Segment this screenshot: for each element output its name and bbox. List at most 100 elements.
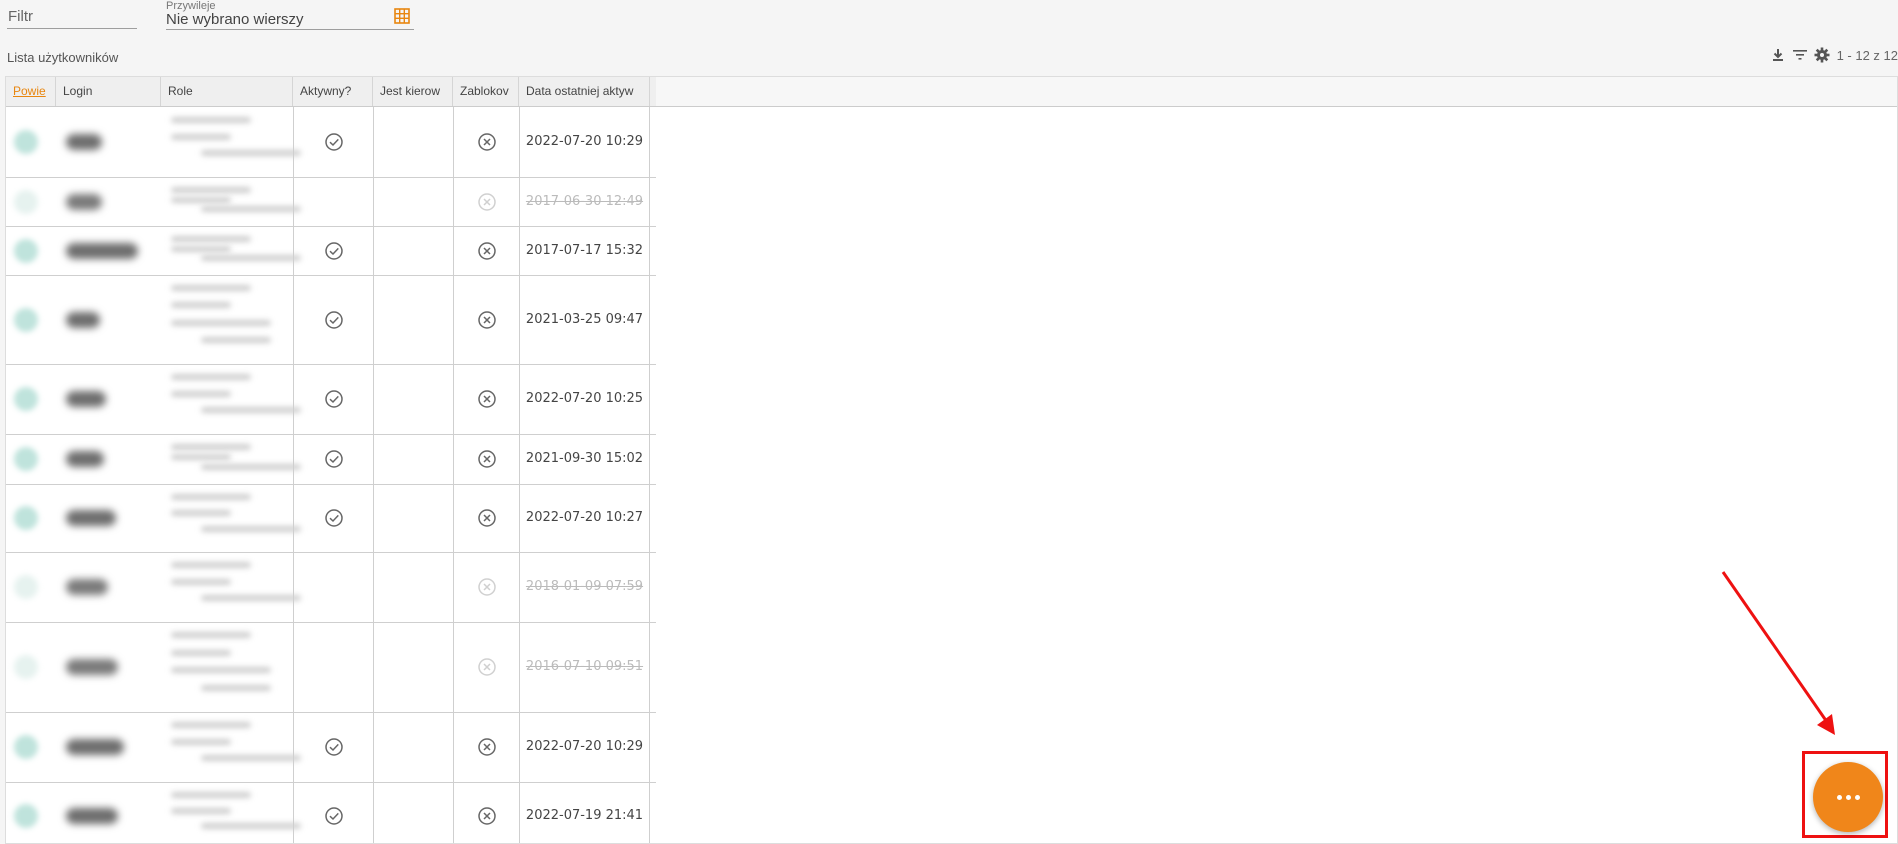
privileges-select[interactable]: Przywileje Nie wybrano wierszy (166, 0, 414, 30)
login-redacted (66, 311, 100, 328)
role-redacted (171, 494, 251, 500)
table-header-filler (656, 77, 1897, 107)
role-redacted (171, 738, 231, 745)
column-header-kierowca[interactable]: Jest kierow (373, 77, 453, 106)
role-cell (161, 177, 301, 226)
column-header-zablokowany[interactable]: Zablokov (453, 77, 519, 106)
role-redacted (171, 245, 231, 252)
blocked-cell (453, 552, 519, 622)
login-redacted (66, 451, 104, 467)
login-redacted (66, 807, 118, 824)
table-row[interactable]: 2018-01-09 07:59 (6, 552, 656, 623)
driver-cell (373, 226, 453, 275)
role-redacted (171, 807, 231, 814)
driver-cell (373, 712, 453, 782)
driver-cell (373, 484, 453, 552)
login-redacted (66, 193, 102, 210)
driver-cell (373, 364, 453, 434)
login-redacted (66, 242, 138, 259)
avatar (14, 575, 38, 599)
role-redacted (171, 390, 231, 397)
role-redacted (201, 150, 301, 157)
close-circle-icon (477, 806, 497, 826)
column-header-login[interactable]: Login (56, 77, 161, 106)
avatar (14, 130, 38, 154)
filter-icon[interactable] (1791, 46, 1809, 64)
column-header-last-activity[interactable]: Data ostatniej aktyw (519, 77, 650, 106)
last-activity-cell: 2022-07-20 10:27 (519, 484, 650, 552)
active-cell (293, 434, 373, 484)
last-activity-cell: 2018-01-09 07:59 (519, 552, 650, 622)
active-cell (293, 712, 373, 782)
last-activity-date: 2022-07-19 21:41 (525, 807, 644, 823)
role-redacted (201, 823, 301, 830)
last-activity-cell: 2017-06-30 12:49 (519, 177, 650, 226)
role-cell (161, 226, 301, 275)
last-activity-cell: 2022-07-20 10:29 (519, 712, 650, 782)
blocked-cell (453, 434, 519, 484)
role-redacted (201, 595, 301, 602)
login-cell (56, 226, 161, 275)
more-actions-button[interactable] (1813, 762, 1883, 832)
role-redacted (171, 667, 271, 673)
close-circle-icon (477, 657, 497, 677)
table-row[interactable]: 2017-07-17 15:32 (6, 226, 656, 276)
blocked-cell (453, 107, 519, 177)
login-cell (56, 712, 161, 782)
check-circle-icon (324, 132, 344, 152)
last-activity-date: 2017-06-30 12:49 (525, 193, 644, 209)
check-circle-icon (324, 389, 344, 409)
role-redacted (171, 510, 231, 516)
column-header-role[interactable]: Role (161, 77, 293, 106)
table-row[interactable]: 2016-07-10 09:51 (6, 622, 656, 713)
check-circle-icon (324, 737, 344, 757)
avatar-cell (6, 712, 56, 782)
login-cell (56, 782, 161, 843)
gear-icon[interactable] (1813, 46, 1831, 64)
login-cell (56, 622, 161, 712)
table-header: Powie Login Role Aktywny? Jest kierow Za… (6, 77, 656, 107)
role-redacted (171, 133, 231, 140)
blocked-cell (453, 226, 519, 275)
table-row[interactable]: 2022-07-19 21:41 (6, 782, 656, 843)
last-activity-cell: 2021-03-25 09:47 (519, 275, 650, 364)
role-cell (161, 364, 301, 434)
table-row[interactable]: 2022-07-20 10:29 (6, 107, 656, 178)
table-row[interactable]: 2021-03-25 09:47 (6, 275, 656, 365)
column-header-powie[interactable]: Powie (6, 77, 56, 106)
active-cell (293, 177, 373, 226)
login-cell (56, 275, 161, 364)
last-activity-date: 2022-07-20 10:29 (525, 134, 644, 149)
login-cell (56, 107, 161, 177)
table-row[interactable]: 2021-09-30 15:02 (6, 434, 656, 485)
blocked-cell (453, 275, 519, 364)
role-cell (161, 712, 301, 782)
driver-cell (373, 622, 453, 712)
filter-input[interactable]: Filtr (7, 0, 137, 29)
active-cell (293, 364, 373, 434)
download-icon[interactable] (1769, 46, 1787, 64)
last-activity-date: 2021-03-25 09:47 (525, 311, 644, 327)
table-row[interactable]: 2022-07-20 10:29 (6, 712, 656, 783)
login-redacted (66, 391, 106, 407)
role-redacted (201, 255, 301, 262)
table-row[interactable]: 2022-07-20 10:27 (6, 484, 656, 553)
login-cell (56, 484, 161, 552)
role-redacted (171, 444, 251, 450)
login-redacted (66, 659, 118, 675)
last-activity-cell: 2022-07-19 21:41 (519, 782, 650, 843)
active-cell (293, 782, 373, 843)
pager-text: 1 - 12 z 12 (1836, 47, 1898, 63)
list-toolbar: 1 - 12 z 12 (1769, 46, 1898, 64)
role-redacted (171, 649, 231, 656)
table-row[interactable]: 2017-06-30 12:49 (6, 177, 656, 227)
active-cell (293, 484, 373, 552)
avatar-cell (6, 552, 56, 622)
table-grid-icon[interactable] (394, 8, 410, 24)
column-header-aktywny[interactable]: Aktywny? (293, 77, 373, 106)
role-redacted (171, 285, 251, 291)
avatar (14, 447, 38, 471)
role-redacted (171, 792, 251, 798)
active-cell (293, 107, 373, 177)
table-row[interactable]: 2022-07-20 10:25 (6, 364, 656, 435)
